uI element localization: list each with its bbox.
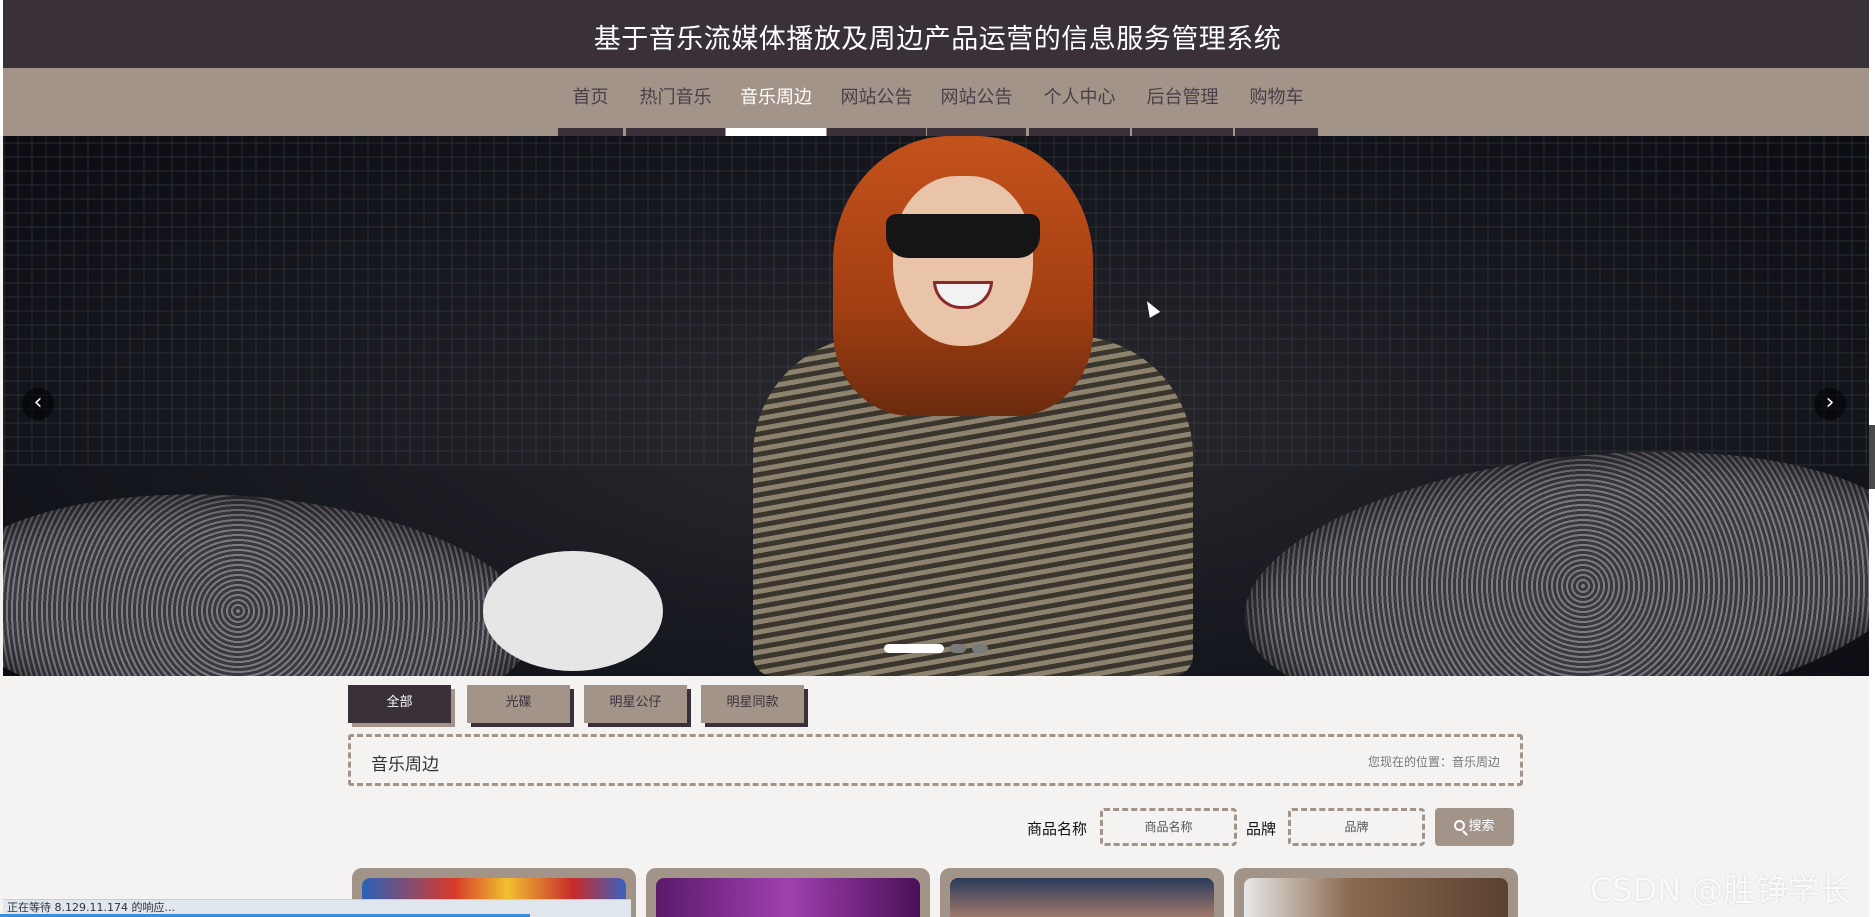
carousel-dot-1[interactable] <box>884 644 944 653</box>
nav-item-announcements[interactable]: 网站公告 <box>827 68 926 136</box>
breadcrumb: 音乐周边 您现在的位置：音乐周边 <box>348 734 1523 786</box>
current-location: 您现在的位置：音乐周边 <box>1367 755 1500 769</box>
product-card[interactable] <box>1234 868 1518 917</box>
site-header: 基于音乐流媒体播放及周边产品运营的信息服务管理系统 <box>0 0 1875 68</box>
page-scrollbar[interactable] <box>1869 0 1875 917</box>
watermark: CSDN @胜铮学长 <box>1590 871 1852 909</box>
nav-item-cart[interactable]: 购物车 <box>1235 68 1318 136</box>
drum-image <box>483 551 663 671</box>
brand-input[interactable] <box>1288 808 1425 846</box>
product-image <box>656 878 920 917</box>
main-nav: 首页 热门音乐 音乐周边 网站公告 网站公告 个人中心 后台管理 购物车 <box>0 68 1875 136</box>
nav-item-profile[interactable]: 个人中心 <box>1029 68 1130 136</box>
banner-carousel[interactable] <box>3 136 1869 676</box>
carousel-dot-3[interactable] <box>972 644 988 653</box>
chevron-left-icon: ‹ <box>33 390 43 415</box>
carousel-prev-button[interactable]: ‹ <box>22 388 54 420</box>
cymbal-left-image <box>3 475 541 676</box>
nav-item-hot-music[interactable]: 热门音乐 <box>626 68 725 136</box>
product-name-input[interactable] <box>1100 808 1237 846</box>
category-tab-all[interactable]: 全部 <box>348 685 451 723</box>
site-title: 基于音乐流媒体播放及周边产品运营的信息服务管理系统 <box>593 24 1282 55</box>
brand-label: 品牌 <box>1246 820 1277 838</box>
performer-sunglasses <box>886 214 1040 258</box>
performer-image <box>743 136 1203 676</box>
performer-face <box>893 176 1033 346</box>
nav-item-music-merch[interactable]: 音乐周边 <box>726 68 826 136</box>
category-tab-cd[interactable]: 光碟 <box>467 685 570 723</box>
product-card[interactable] <box>646 868 930 917</box>
carousel-next-button[interactable]: › <box>1814 388 1846 420</box>
carousel-dot-2[interactable] <box>950 644 966 653</box>
chevron-right-icon: › <box>1825 390 1835 415</box>
scrollbar-thumb[interactable] <box>1869 425 1875 489</box>
category-tab-celebrity-style[interactable]: 明星同款 <box>701 685 804 723</box>
nav-item-admin[interactable]: 后台管理 <box>1132 68 1233 136</box>
search-button-label: 搜索 <box>1468 819 1495 834</box>
nav-item-announcements-2[interactable]: 网站公告 <box>927 68 1026 136</box>
search-icon <box>1454 820 1466 831</box>
product-image <box>1244 878 1508 917</box>
page-title: 音乐周边 <box>371 755 439 775</box>
nav-item-home[interactable]: 首页 <box>558 68 623 136</box>
product-image <box>950 878 1214 917</box>
search-button[interactable]: 搜索 <box>1435 808 1514 846</box>
product-card[interactable] <box>940 868 1224 917</box>
product-name-label: 商品名称 <box>1027 820 1088 838</box>
category-tab-figurines[interactable]: 明星公仔 <box>584 685 687 723</box>
